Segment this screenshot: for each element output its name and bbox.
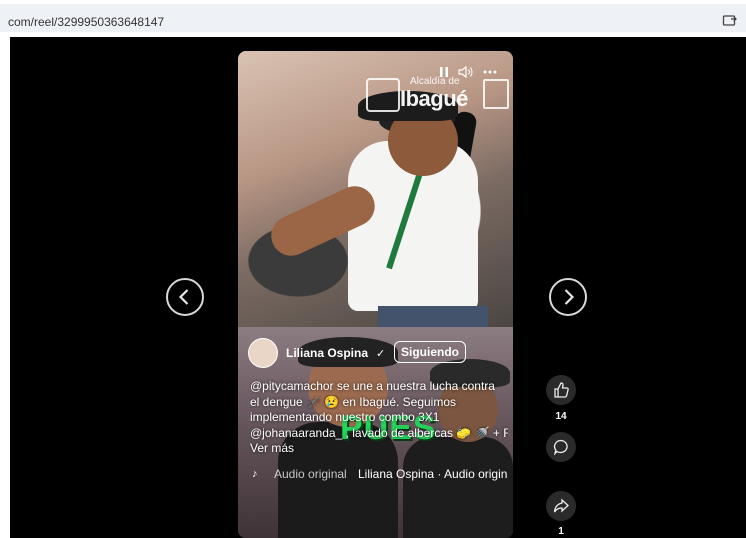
author-row: Liliana Ospina ✓ Siguiendo	[248, 338, 508, 368]
author-name[interactable]: Liliana Ospina	[286, 346, 368, 360]
caption-line: el dengue 🦟 😢 en Ibagué. Seguimos	[250, 394, 457, 409]
avatar[interactable]	[248, 338, 278, 368]
pause-icon[interactable]	[438, 66, 450, 78]
thumbs-up-icon	[554, 382, 569, 398]
following-button[interactable]: Siguiendo	[394, 341, 466, 363]
alcaldia-logo: Alcaldía de Ibagué	[366, 74, 476, 114]
chevron-left-icon	[178, 289, 189, 305]
crest-icon	[366, 78, 400, 112]
share-count: 1	[558, 526, 564, 537]
like-button[interactable]	[546, 375, 576, 405]
chevron-right-icon	[564, 289, 575, 305]
url-text[interactable]: com/reel/3299950363648147	[8, 15, 164, 29]
like-count: 14	[555, 411, 567, 422]
comment-icon	[553, 439, 568, 456]
logo-big-text: Ibagué	[400, 86, 468, 111]
volume-icon[interactable]	[458, 66, 474, 78]
caption: @pitycamachor se une a nuestra lucha con…	[250, 379, 508, 457]
caption-line: @pitycamachor se une a nuestra lucha con…	[250, 379, 495, 393]
previous-button[interactable]	[166, 278, 204, 316]
comment-button[interactable]	[546, 432, 576, 462]
audio-wave-icon: ♪	[252, 468, 258, 480]
audio-source: Liliana Ospina · Audio origin	[358, 467, 508, 481]
more-icon[interactable]	[483, 69, 497, 75]
verified-icon: ✓	[376, 348, 386, 360]
caption-line: implementando nuestro combo 3X1	[250, 410, 440, 424]
share-button[interactable]	[546, 491, 576, 521]
next-button[interactable]	[549, 278, 587, 316]
reel-video[interactable]: Alcaldía de Ibagué PUES	[238, 51, 513, 538]
url-field[interactable]: com/reel/3299950363648147	[0, 4, 746, 32]
brand-mark-icon	[483, 79, 509, 109]
caption-line: @johanaaranda_ , lavado de albercas 🧽 🚿 …	[250, 425, 508, 440]
share-screen-icon[interactable]	[722, 13, 738, 29]
address-bar: com/reel/3299950363648147	[0, 0, 746, 36]
see-more-link[interactable]: Ver más	[250, 441, 508, 457]
share-arrow-icon	[553, 498, 569, 513]
audio-label: Audio original	[274, 467, 347, 481]
